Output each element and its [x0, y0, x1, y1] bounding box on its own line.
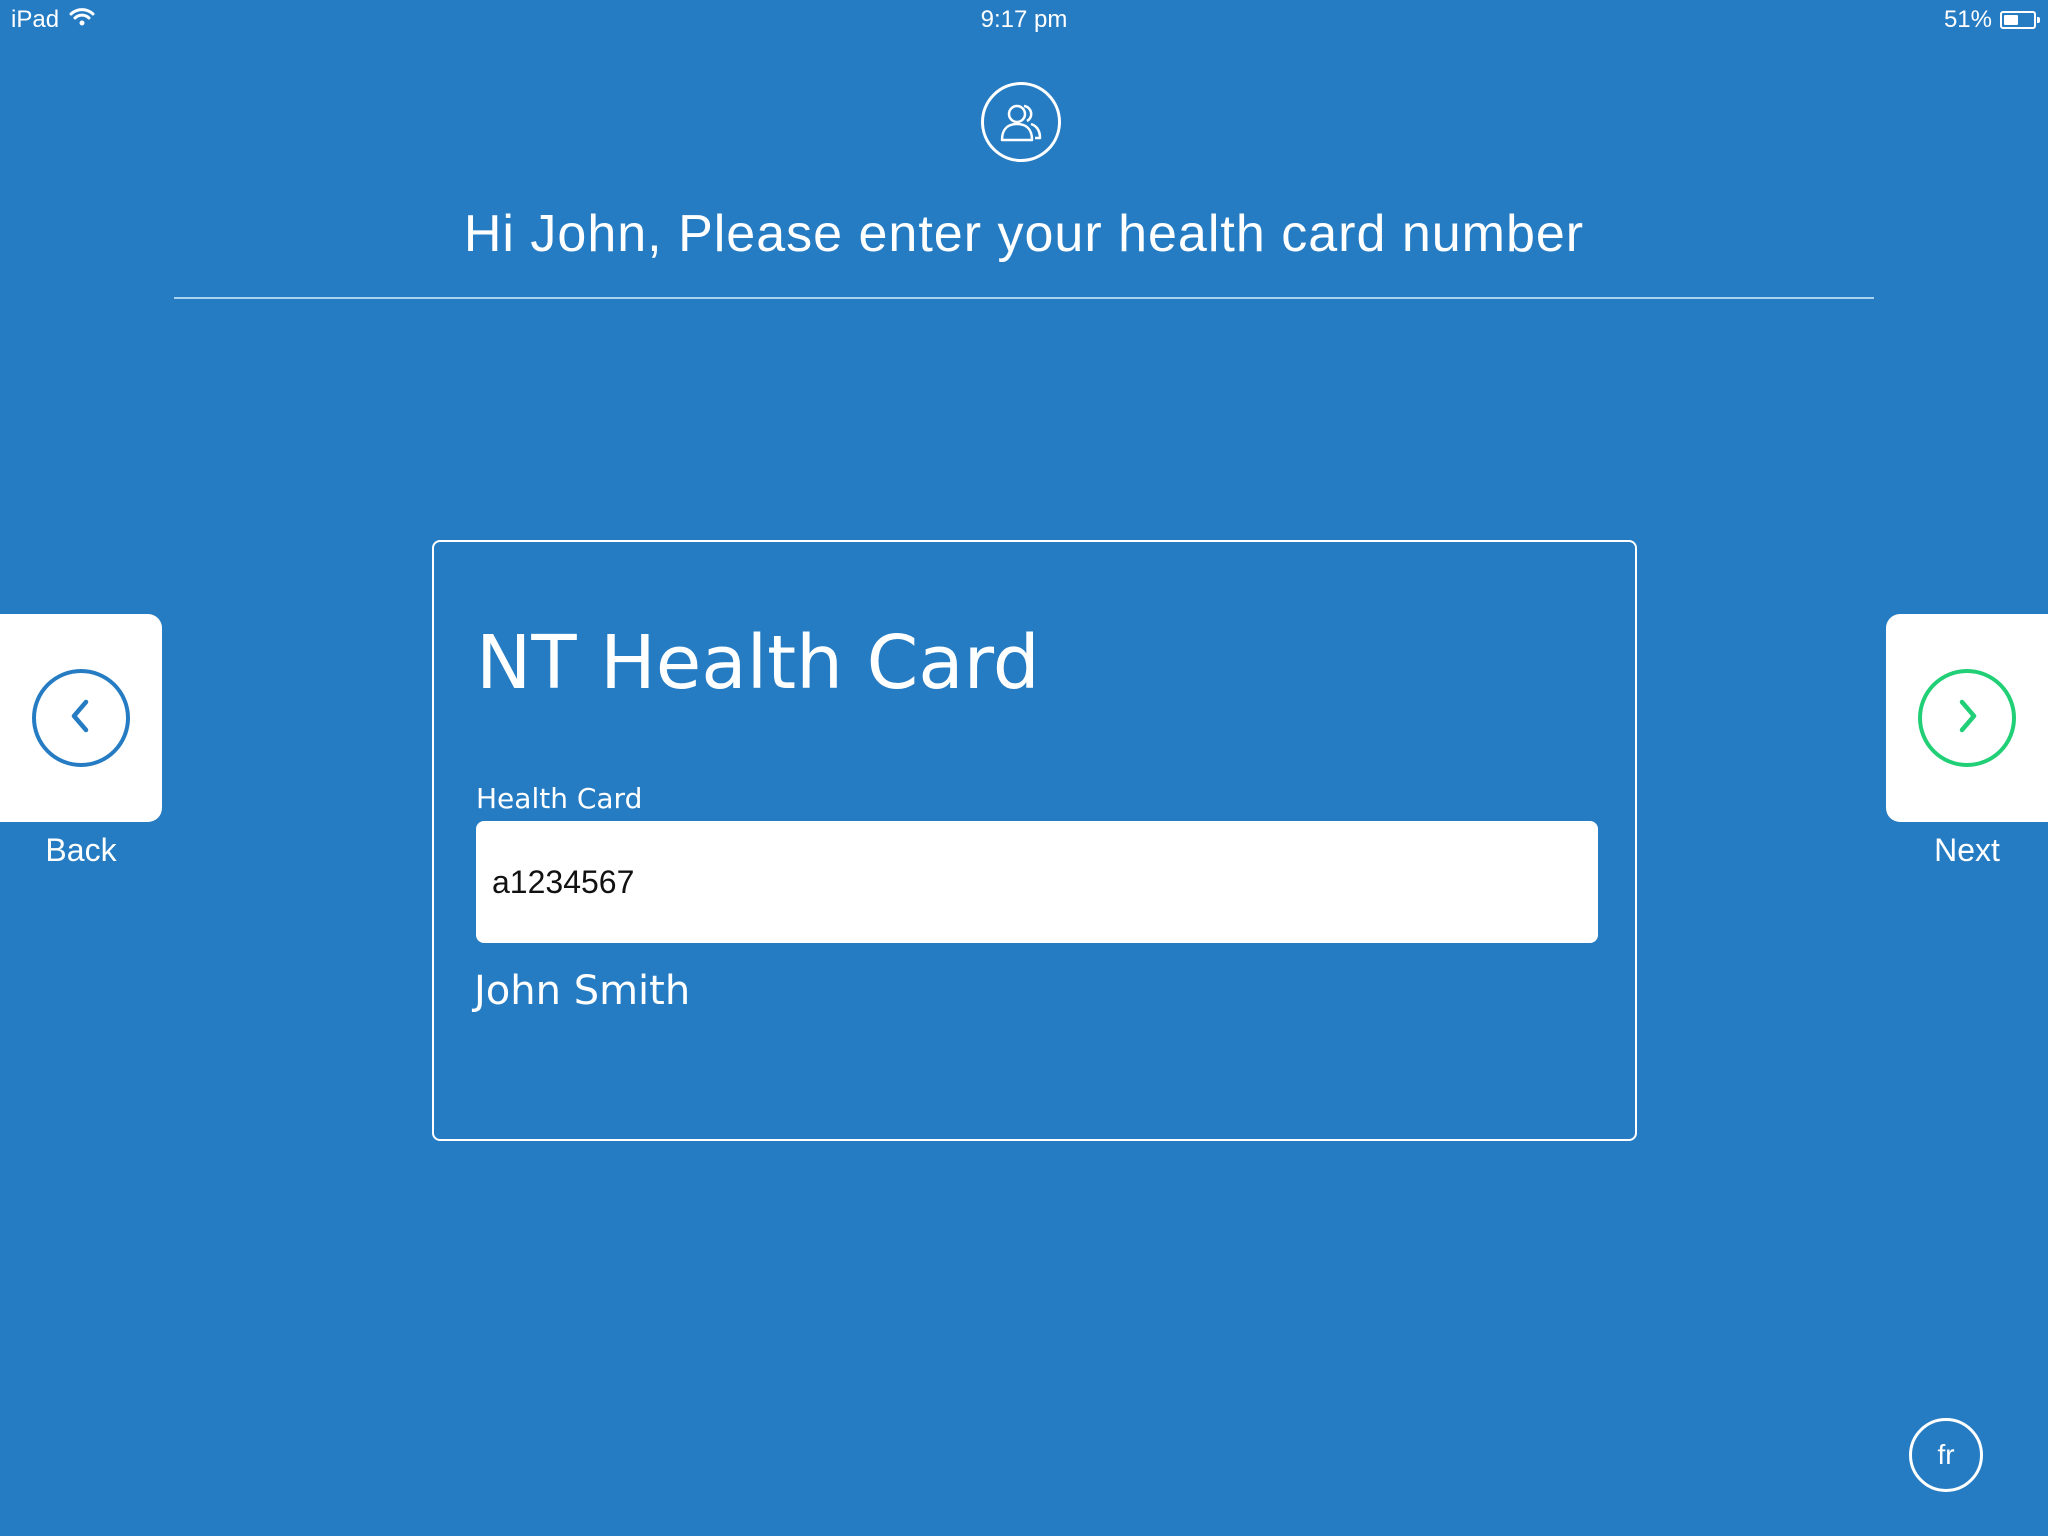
chevron-right-icon — [1950, 696, 1984, 741]
back-label[interactable]: Back — [0, 832, 162, 869]
status-bar: iPad 9:17 pm 51% — [0, 0, 2048, 40]
chevron-left-icon — [64, 696, 98, 741]
language-label: fr — [1937, 1439, 1955, 1470]
health-card-label: Health Card — [476, 782, 643, 815]
status-right: 51% — [1943, 6, 2040, 34]
battery-fill — [2004, 15, 2018, 25]
back-button[interactable] — [0, 614, 162, 822]
language-toggle-button[interactable]: fr — [1909, 1418, 1983, 1492]
header-divider — [174, 297, 1874, 299]
back-circle — [32, 669, 130, 767]
users-icon — [981, 82, 1061, 162]
patient-name: John Smith — [474, 968, 691, 1014]
next-circle — [1918, 669, 2016, 767]
health-card-input[interactable] — [476, 821, 1598, 943]
health-card-panel: NT Health Card Health Card John Smith — [432, 540, 1637, 1141]
card-title: NT Health Card — [476, 620, 1040, 706]
next-button[interactable] — [1886, 614, 2048, 822]
battery-icon — [2000, 11, 2040, 29]
battery-tip — [2037, 17, 2040, 23]
page-title: Hi John, Please enter your health card n… — [463, 205, 1585, 263]
next-label[interactable]: Next — [1886, 832, 2048, 869]
status-time: 9:17 pm — [980, 6, 1068, 33]
battery-percent: 51% — [1943, 6, 1992, 33]
